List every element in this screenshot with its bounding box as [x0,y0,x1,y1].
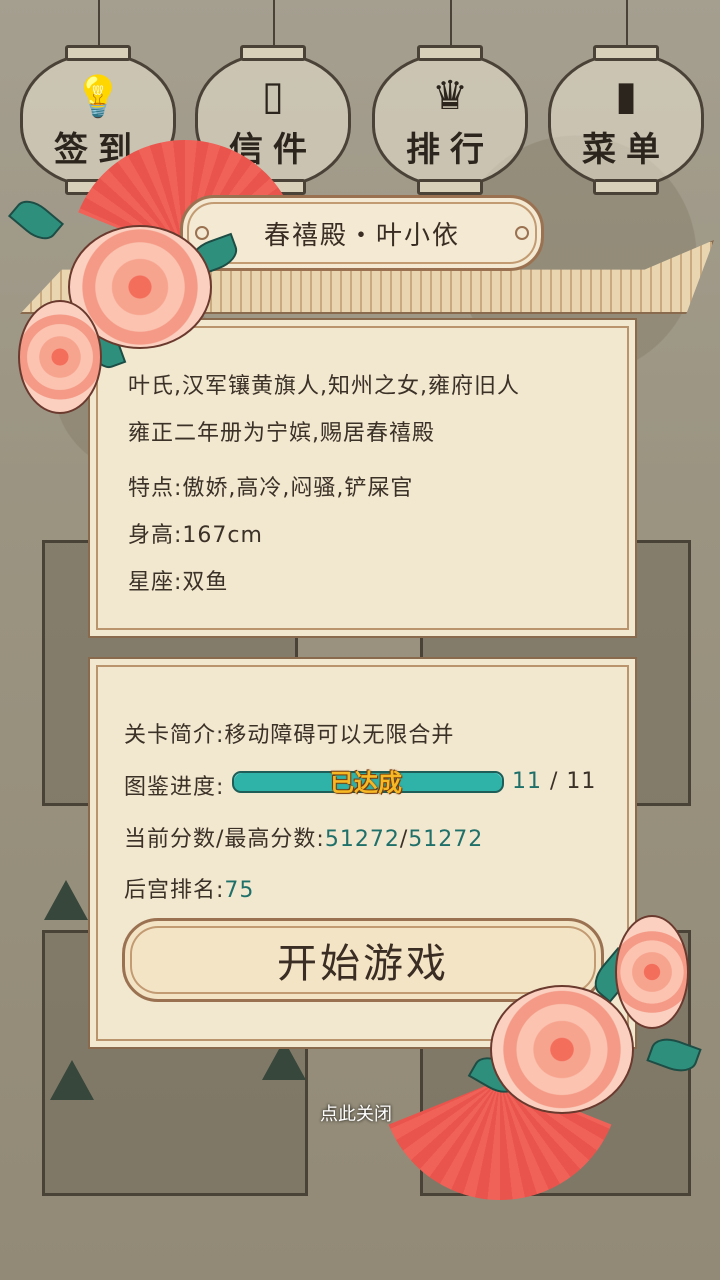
score-row: 当前分数/最高分数:51272/51272 [124,821,483,853]
rank-label: 后宫排名: [124,878,225,903]
letter-icon: ▯ [261,73,285,119]
progress-total: 11 [566,769,597,794]
rank-row: 后宫排名:75 [124,872,254,904]
lantern-label: 菜单 [582,130,670,170]
lantern-label: 排行 [406,130,494,170]
constellation-text: 星座:双鱼 [128,570,229,595]
progress-count: 11 / 11 [512,769,596,794]
close-hint-button[interactable]: 点此关闭 [320,1100,392,1126]
bio-line-1: 叶氏,汉军镶黄旗人,知州之女,雍府旧人 [128,374,520,399]
peony-flower [490,985,634,1114]
progress-label: 图鉴进度: [124,775,225,800]
bulb-icon: 💡 [73,74,123,120]
score-best: 51272 [408,827,484,852]
progress-current: 11 [512,769,542,794]
peony-flower [18,300,102,414]
traits-text: 特点:傲娇,高冷,闷骚,铲屎官 [128,476,414,501]
book-icon: ▮ [614,73,638,119]
score-separator: / [399,827,409,852]
progress-separator: / [550,769,559,794]
height-text: 身高:167cm [128,523,263,548]
start-game-label: 开始游戏 [277,941,449,987]
start-game-button[interactable]: 开始游戏 [122,918,604,1002]
level-intro: 关卡简介:移动障碍可以无限合并 [124,723,455,748]
score-label: 当前分数/最高分数: [124,827,325,852]
character-info-panel: 叶氏,汉军镶黄旗人,知州之女,雍府旧人 雍正二年册为宁嫔,赐居春禧殿 特点:傲娇… [88,318,637,638]
character-title-plate: 春禧殿・叶小依 [180,195,544,271]
rank-value: 75 [224,878,255,903]
peony-flower [615,915,689,1029]
character-title: 春禧殿・叶小依 [263,220,460,251]
progress-status: 已达成 [330,769,402,797]
lantern-menu-button[interactable]: ▮ 菜单 [548,0,704,195]
bio-line-2: 雍正二年册为宁嫔,赐居春禧殿 [128,421,435,446]
lantern-ranking-button[interactable]: ♛ 排行 [372,0,528,195]
crown-icon: ♛ [432,73,468,119]
score-current: 51272 [324,827,400,852]
